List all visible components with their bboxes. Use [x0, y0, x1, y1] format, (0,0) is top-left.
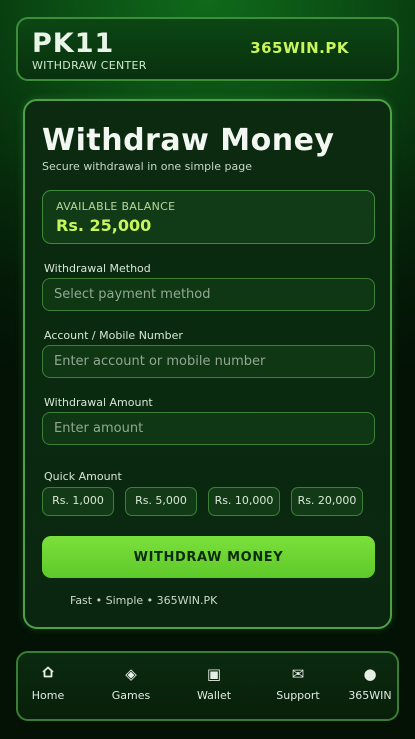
home-icon [10, 665, 86, 683]
nav-item-wallet[interactable]: ▣ Wallet [176, 653, 252, 719]
withdraw-money-button[interactable]: WITHDRAW MONEY [42, 536, 375, 578]
balance-panel: AVAILABLE BALANCE Rs. 25,000 [42, 190, 375, 244]
method-label: Withdrawal Method [44, 262, 151, 275]
balance-value: Rs. 25,000 [56, 216, 152, 235]
account-label: Account / Mobile Number [44, 329, 183, 342]
nav-item-support[interactable]: ✉ Support [260, 653, 336, 719]
withdraw-card: Withdraw Money Secure withdrawal in one … [23, 99, 392, 629]
account-number-input[interactable] [42, 345, 375, 378]
nav-label-support: Support [276, 689, 320, 702]
diamond-icon: ◈ [125, 665, 137, 683]
nav-label-wallet: Wallet [196, 689, 232, 702]
page-title: Withdraw Money [42, 123, 335, 158]
quick-amount-10000-button[interactable]: Rs. 10,000 [208, 487, 280, 516]
quick-amount-20000-button[interactable]: Rs. 20,000 [291, 487, 363, 516]
circle-icon: ● [363, 665, 377, 683]
header-subtitle: WITHDRAW CENTER [32, 59, 147, 72]
nav-label-games: Games [111, 689, 151, 702]
nav-label-365win: 365WIN [348, 689, 392, 702]
quick-amount-group: Rs. 1,000 Rs. 5,000 Rs. 10,000 Rs. 20,00… [42, 487, 382, 516]
quick-amount-label: Quick Amount [44, 470, 122, 483]
app-header: PK11 WITHDRAW CENTER 365WIN.PK [16, 17, 399, 81]
nav-item-home[interactable]: Home [10, 653, 86, 719]
balance-label: AVAILABLE BALANCE [56, 200, 176, 213]
quick-amount-5000-button[interactable]: Rs. 5,000 [125, 487, 197, 516]
quick-amount-1000-button[interactable]: Rs. 1,000 [42, 487, 114, 516]
payment-method-select[interactable] [42, 278, 375, 311]
amount-input[interactable] [42, 412, 375, 445]
wallet-icon: ▣ [206, 665, 222, 683]
amount-label: Withdrawal Amount [44, 396, 153, 409]
site-name: 365WIN.PK [250, 39, 349, 57]
brand-logo-text: PK11 [32, 28, 115, 59]
page-subtitle: Secure withdrawal in one simple page [42, 160, 252, 173]
bottom-nav: Home ◈ Games ▣ Wallet ✉ Support ● 365WIN [16, 651, 399, 721]
nav-label-home: Home [31, 689, 65, 702]
nav-item-365win[interactable]: ● 365WIN [332, 653, 408, 719]
footer-tagline: Fast • Simple • 365WIN.PK [70, 594, 218, 607]
nav-item-games[interactable]: ◈ Games [93, 653, 169, 719]
mail-icon: ✉ [291, 665, 305, 683]
